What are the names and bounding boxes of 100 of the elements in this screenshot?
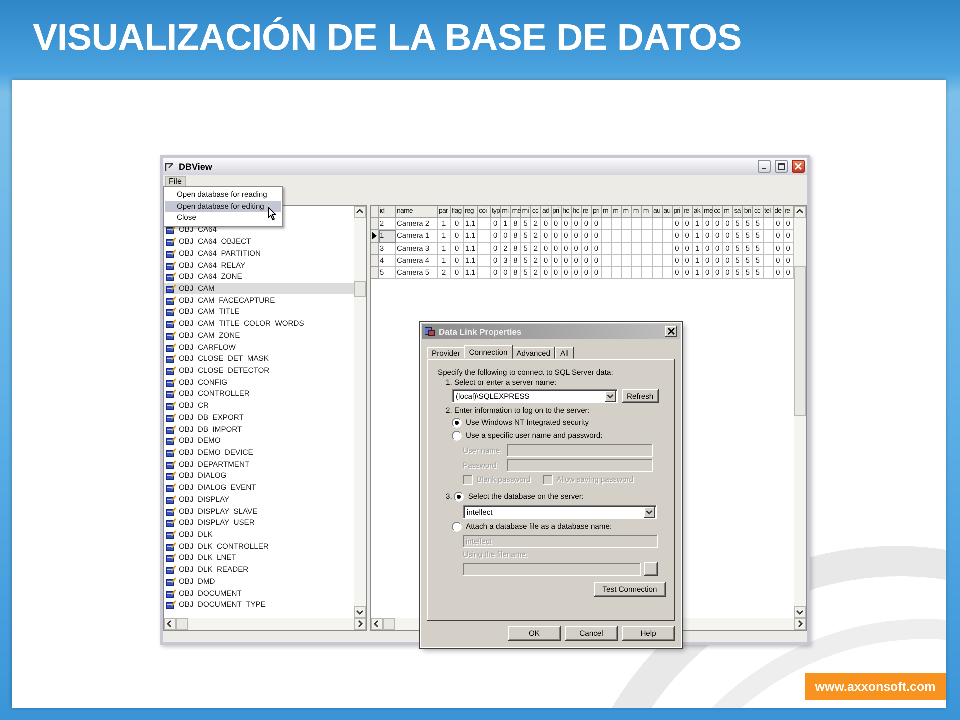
table-pencil-icon xyxy=(166,342,177,352)
empty-cell xyxy=(764,230,774,243)
table-pencil-icon xyxy=(166,378,177,387)
close-icon xyxy=(668,328,674,335)
scroll-thumb[interactable] xyxy=(354,281,366,297)
vertical-scrollbar[interactable] xyxy=(794,206,806,618)
radio-button[interactable] xyxy=(452,431,462,441)
window-title: DBView xyxy=(179,162,214,172)
empty-cell xyxy=(478,218,491,230)
empty-cell xyxy=(642,254,652,267)
dropdown-button[interactable] xyxy=(644,506,655,518)
empty-cell xyxy=(652,266,663,280)
table-pencil-icon xyxy=(166,565,177,574)
empty-cell xyxy=(478,242,491,255)
scroll-left-button[interactable] xyxy=(371,618,383,630)
empty-cell xyxy=(764,242,774,255)
empty-cell xyxy=(642,230,652,243)
minimize-button[interactable] xyxy=(758,160,771,173)
window-icon xyxy=(165,162,175,172)
scroll-thumb[interactable] xyxy=(176,618,188,630)
empty-cell xyxy=(478,254,491,267)
empty-cell xyxy=(612,266,622,280)
table-pencil-icon xyxy=(166,354,177,364)
table-pencil-icon xyxy=(166,436,177,446)
empty-cell xyxy=(602,254,612,267)
table-pencil-icon xyxy=(166,588,177,598)
maximize-icon xyxy=(778,163,785,170)
close-icon xyxy=(795,163,802,170)
table-pencil-icon xyxy=(166,530,177,540)
scroll-down-button[interactable] xyxy=(794,606,806,618)
empty-cell xyxy=(652,230,663,243)
empty-cell xyxy=(622,242,632,255)
close-button[interactable] xyxy=(792,160,805,173)
table-pencil-icon xyxy=(166,424,177,434)
browse-button[interactable] xyxy=(644,562,658,576)
scroll-up-button[interactable] xyxy=(354,206,366,218)
empty-cell xyxy=(622,266,632,280)
scroll-right-button[interactable] xyxy=(794,618,806,630)
empty-cell xyxy=(764,266,774,280)
empty-cell xyxy=(642,242,652,255)
empty-cell xyxy=(602,230,612,243)
empty-cell xyxy=(662,242,673,255)
empty-cell xyxy=(612,254,622,267)
table-pencil-icon xyxy=(166,412,177,422)
empty-cell xyxy=(662,266,673,280)
scroll-thumb[interactable] xyxy=(383,618,395,630)
radio-button[interactable] xyxy=(454,492,464,502)
empty-cell xyxy=(642,266,652,280)
empty-cell xyxy=(622,230,632,243)
dropdown-button[interactable] xyxy=(605,390,616,402)
scroll-right-button[interactable] xyxy=(354,618,366,630)
table-pencil-icon xyxy=(166,307,177,316)
scroll-down-button[interactable] xyxy=(354,606,366,618)
menu-item[interactable]: File xyxy=(165,176,186,186)
table-pencil-icon xyxy=(166,389,177,398)
table-pencil-icon xyxy=(166,483,177,492)
table-pencil-icon xyxy=(166,448,177,458)
scroll-thumb[interactable] xyxy=(794,266,806,416)
scroll-up-button[interactable] xyxy=(794,206,806,218)
table-pencil-icon xyxy=(166,284,177,293)
empty-cell xyxy=(652,254,663,267)
maximize-button[interactable] xyxy=(775,160,788,173)
empty-cell xyxy=(602,266,612,280)
empty-cell xyxy=(632,266,642,280)
table-pencil-icon xyxy=(166,260,177,270)
table-pencil-icon xyxy=(166,248,177,258)
row-header[interactable] xyxy=(371,230,379,243)
table-pencil-icon xyxy=(166,471,177,480)
table-pencil-icon xyxy=(166,506,177,516)
table-pencil-icon xyxy=(166,319,177,328)
empty-cell xyxy=(478,230,491,243)
empty-cell xyxy=(662,254,673,267)
vertical-scrollbar[interactable] xyxy=(354,206,366,618)
empty-cell xyxy=(622,254,632,267)
empty-cell xyxy=(662,230,673,243)
radio-button[interactable] xyxy=(452,522,462,532)
empty-cell xyxy=(764,254,774,267)
table-pencil-icon xyxy=(166,272,177,282)
empty-cell xyxy=(632,230,642,243)
empty-cell xyxy=(652,242,663,255)
table-pencil-icon xyxy=(166,460,177,469)
database-link-icon xyxy=(425,326,436,336)
empty-cell xyxy=(632,242,642,255)
table-pencil-icon xyxy=(166,600,177,610)
cursor-icon xyxy=(268,207,277,221)
table-pencil-icon xyxy=(166,366,177,375)
empty-cell xyxy=(632,254,642,267)
table-pencil-icon xyxy=(166,576,177,586)
table-pencil-icon xyxy=(166,237,177,246)
table-pencil-icon xyxy=(166,518,177,528)
slide-title: VISUALIZACIÓN DE LA BASE DE DATOS xyxy=(33,17,742,59)
table-pencil-icon xyxy=(166,401,177,410)
horizontal-scrollbar[interactable] xyxy=(164,618,366,630)
empty-cell xyxy=(478,266,491,280)
scroll-left-button[interactable] xyxy=(164,618,176,630)
radio-button[interactable] xyxy=(452,418,462,428)
table-pencil-icon xyxy=(166,553,177,562)
table-pencil-icon xyxy=(166,494,177,504)
empty-cell xyxy=(612,242,622,255)
dialog-title: Data Link Properties xyxy=(439,326,523,336)
